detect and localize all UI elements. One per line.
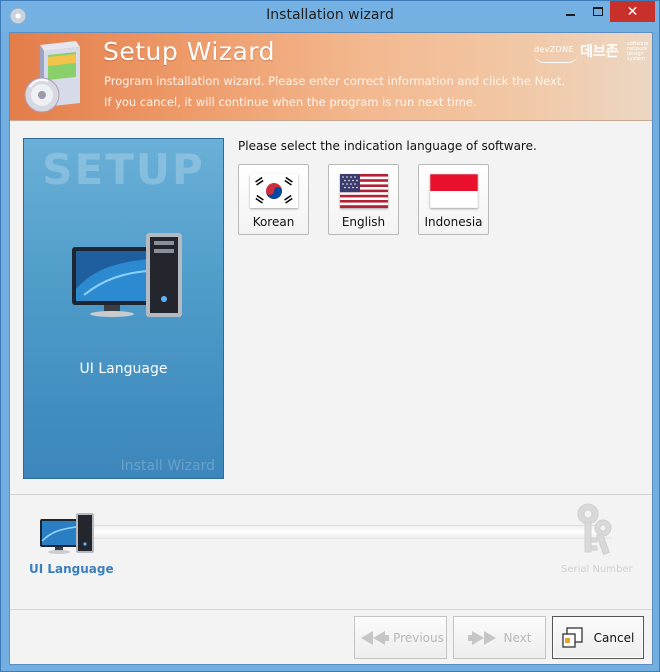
double-arrow-left-icon <box>361 630 390 645</box>
side-setup-watermark: SETUP <box>42 145 205 194</box>
computer-step-icon <box>40 513 94 554</box>
step-side-panel: SETUP UI Language Install Wizard <box>23 138 224 479</box>
banner-title: Setup Wizard <box>103 37 275 66</box>
korea-flag-icon <box>250 174 298 208</box>
wizard-client-area: Setup Wizard Program installation wizard… <box>9 32 653 665</box>
exit-door-icon <box>562 626 583 648</box>
next-button[interactable]: Next <box>453 616 546 659</box>
software-box-icon <box>24 41 80 113</box>
step-progress-area <box>10 495 652 609</box>
banner-description-line1: Program installation wizard. Please ente… <box>104 74 566 88</box>
final-step-label: Serial Number <box>561 564 633 575</box>
cancel-label: Cancel <box>593 630 635 645</box>
installer-window: Installation wizard ✕ Setup Wizard Progr… <box>0 0 660 672</box>
cancel-button[interactable]: Cancel <box>552 616 644 659</box>
step-progress-track <box>82 525 612 539</box>
language-label: Korean <box>252 215 295 229</box>
close-icon: ✕ <box>626 3 639 20</box>
minimize-button[interactable] <box>557 1 583 22</box>
maximize-button[interactable] <box>585 1 611 22</box>
double-arrow-right-icon <box>467 630 496 645</box>
language-button-english[interactable]: English <box>328 164 399 235</box>
brand-logo: devZONE 데브존 software network design syst… <box>532 40 650 66</box>
close-button[interactable]: ✕ <box>610 1 655 22</box>
language-label: Indonesia <box>424 215 483 229</box>
brand-tagline: software network design system <box>627 41 649 62</box>
banner-description-line2: If you cancel, it will continue when the… <box>104 95 477 109</box>
language-prompt: Please select the indication language of… <box>238 139 537 153</box>
title-bar[interactable]: Installation wizard ✕ <box>1 1 659 32</box>
language-label: English <box>341 215 386 229</box>
button-bar-divider <box>10 609 652 610</box>
side-install-watermark: Install Wizard <box>120 458 215 474</box>
previous-label: Previous <box>393 630 444 645</box>
minimize-icon <box>565 13 575 16</box>
key-step-icon <box>577 503 612 556</box>
current-step-label: UI Language <box>29 562 114 576</box>
side-step-label: UI Language <box>79 361 168 377</box>
usa-flag-icon <box>340 174 388 208</box>
previous-button[interactable]: Previous <box>354 616 447 659</box>
computer-icon <box>72 233 182 317</box>
brand-arc <box>534 53 578 63</box>
language-button-korean[interactable]: Korean <box>238 164 309 235</box>
indonesia-flag-icon <box>430 174 478 208</box>
language-button-indonesia[interactable]: Indonesia <box>418 164 489 235</box>
header-banner: Setup Wizard Program installation wizard… <box>10 33 652 121</box>
maximize-icon <box>593 7 603 16</box>
next-label: Next <box>503 630 532 645</box>
brand-name: 데브존 <box>580 44 619 60</box>
